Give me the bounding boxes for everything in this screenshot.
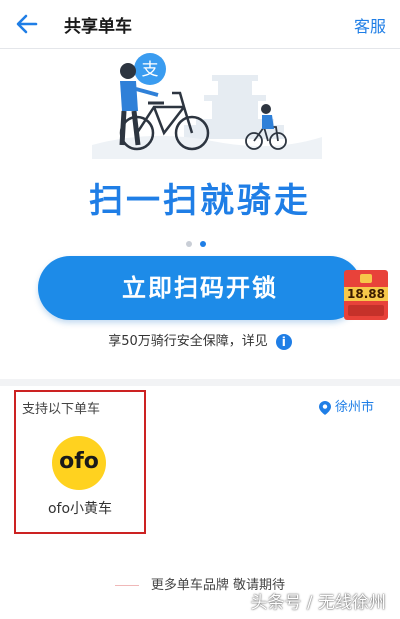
insurance-note: 享50万骑行安全保障，详见 i xyxy=(0,330,400,350)
supported-bikes-section: 支持以下单车 徐州市 ofo ofo小黄车 更多单车品牌 敬请期待 xyxy=(0,386,400,619)
location-pin-icon xyxy=(318,400,331,415)
red-packet-icon[interactable]: 18.88 xyxy=(344,270,388,320)
red-packet-seal xyxy=(360,274,372,283)
red-packet-pocket xyxy=(348,305,384,316)
bike-illustration: 支 xyxy=(92,53,322,159)
brand-card-ofo[interactable]: ofo ofo小黄车 xyxy=(28,436,132,526)
nav-bar: 共享单车 客服 xyxy=(0,0,400,49)
customer-service-link[interactable]: 客服 xyxy=(354,13,386,37)
svg-text:支: 支 xyxy=(142,60,159,80)
city-name: 徐州市 xyxy=(334,400,374,415)
red-packet-amount: 18.88 xyxy=(344,287,388,301)
carousel-indicator xyxy=(186,232,214,247)
divider-line xyxy=(114,585,139,586)
carousel-dot xyxy=(186,241,192,247)
carousel-dot-active xyxy=(200,241,206,247)
page-title: 共享单车 xyxy=(64,17,132,37)
info-icon[interactable]: i xyxy=(275,333,292,350)
insurance-text: 享50万骑行安全保障，详见 xyxy=(108,334,268,349)
city-selector[interactable]: 徐州市 xyxy=(318,396,374,415)
hero-section: 支 扫一扫就骑走 立即扫码开锁 18.88 享50万骑行安全保障，详见 i xyxy=(0,49,400,379)
scan-unlock-button[interactable]: 立即扫码开锁 xyxy=(38,256,362,320)
back-button[interactable] xyxy=(10,8,44,40)
section-title: 支持以下单车 xyxy=(22,402,101,417)
brand-name: ofo小黄车 xyxy=(47,501,113,517)
ofo-logo: ofo xyxy=(52,436,106,490)
arrow-left-icon xyxy=(16,14,38,34)
watermark: 头条号 / 无线徐州 xyxy=(250,593,386,613)
slogan: 扫一扫就骑走 xyxy=(89,181,311,221)
